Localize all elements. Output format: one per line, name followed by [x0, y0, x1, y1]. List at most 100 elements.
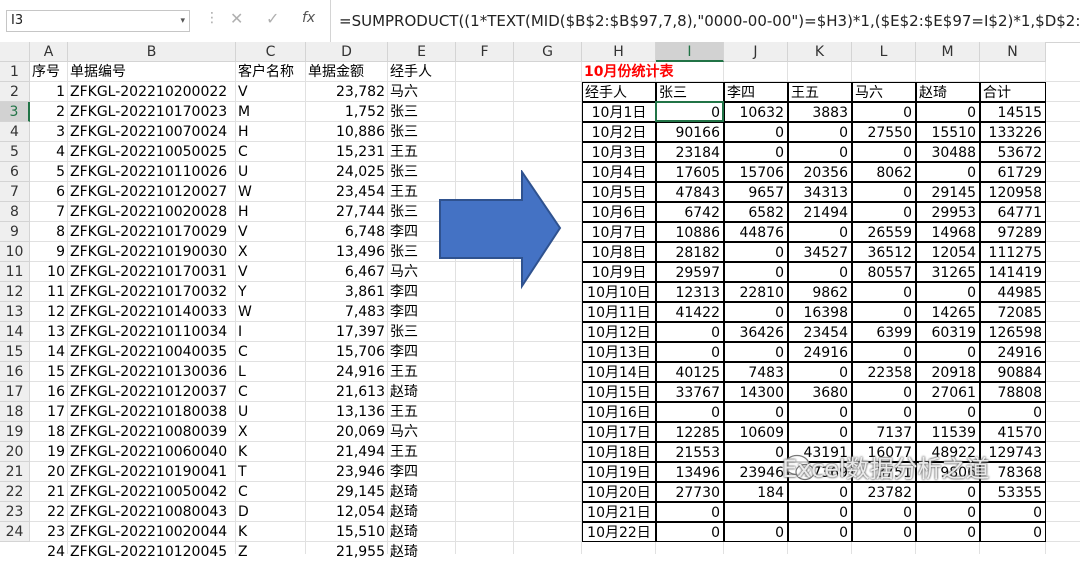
summary-cell[interactable]: 0: [788, 502, 852, 522]
insert-function-button[interactable]: fx: [302, 10, 315, 26]
row-header-17[interactable]: 17: [0, 382, 30, 402]
summary-header-cell[interactable]: 赵琦: [916, 82, 980, 102]
table-cell[interactable]: 15,231: [306, 142, 388, 162]
table-cell[interactable]: 24,916: [306, 362, 388, 382]
table-cell[interactable]: 23: [30, 522, 68, 542]
table-cell[interactable]: 张三: [388, 122, 456, 142]
table-cell[interactable]: 23,946: [306, 462, 388, 482]
summary-cell[interactable]: 47843: [656, 182, 724, 202]
summary-cell[interactable]: 41422: [656, 302, 724, 322]
table-cell[interactable]: 14: [30, 342, 68, 362]
table-cell[interactable]: 李四: [388, 462, 456, 482]
table-cell[interactable]: K: [236, 522, 306, 542]
summary-cell[interactable]: 14300: [724, 382, 788, 402]
summary-cell[interactable]: 30488: [916, 142, 980, 162]
table-cell[interactable]: 17: [30, 402, 68, 422]
summary-cell[interactable]: 31265: [916, 262, 980, 282]
date-cell[interactable]: 10月17日: [582, 422, 656, 442]
row-header-20[interactable]: 20: [0, 442, 30, 462]
summary-cell[interactable]: 0: [852, 202, 916, 222]
table-cell[interactable]: 10,886: [306, 122, 388, 142]
table-cell[interactable]: ZFKGL-202210200022: [68, 82, 236, 102]
summary-cell[interactable]: 0: [788, 422, 852, 442]
summary-cell[interactable]: 0: [724, 242, 788, 262]
table-header-cell[interactable]: 单据编号: [68, 62, 236, 82]
date-cell[interactable]: 10月6日: [582, 202, 656, 222]
date-cell[interactable]: 10月19日: [582, 462, 656, 482]
summary-cell[interactable]: 20918: [916, 362, 980, 382]
table-cell[interactable]: 23,454: [306, 182, 388, 202]
table-cell[interactable]: 马六: [388, 422, 456, 442]
date-cell[interactable]: 10月18日: [582, 442, 656, 462]
summary-cell[interactable]: 111275: [980, 242, 1046, 262]
summary-cell[interactable]: 0: [724, 522, 788, 542]
date-cell[interactable]: 10月10日: [582, 282, 656, 302]
summary-cell[interactable]: 0: [852, 502, 916, 522]
table-cell[interactable]: U: [236, 162, 306, 182]
summary-cell[interactable]: 0: [656, 322, 724, 342]
table-cell[interactable]: 7: [30, 202, 68, 222]
summary-cell[interactable]: 23184: [656, 142, 724, 162]
summary-cell[interactable]: 0: [788, 362, 852, 382]
summary-cell[interactable]: 0: [656, 342, 724, 362]
table-cell[interactable]: 12: [30, 302, 68, 322]
row-header-6[interactable]: 6: [0, 162, 30, 182]
table-cell[interactable]: 7,483: [306, 302, 388, 322]
summary-cell[interactable]: 24916: [980, 342, 1046, 362]
table-cell[interactable]: 李四: [388, 302, 456, 322]
table-cell[interactable]: 21: [30, 482, 68, 502]
summary-cell[interactable]: 60319: [916, 322, 980, 342]
table-cell[interactable]: 24,025: [306, 162, 388, 182]
summary-cell[interactable]: 0: [724, 262, 788, 282]
summary-cell[interactable]: 44876: [724, 222, 788, 242]
summary-cell[interactable]: 40125: [656, 362, 724, 382]
table-cell[interactable]: V: [236, 262, 306, 282]
summary-cell[interactable]: 0: [852, 382, 916, 402]
date-cell[interactable]: 10月11日: [582, 302, 656, 322]
summary-cell[interactable]: 0: [724, 142, 788, 162]
summary-cell[interactable]: 0: [916, 502, 980, 522]
select-all-button[interactable]: [0, 42, 30, 62]
summary-cell[interactable]: 0: [656, 102, 724, 122]
table-cell[interactable]: Y: [236, 282, 306, 302]
table-cell[interactable]: 15,510: [306, 522, 388, 542]
row-header-2[interactable]: 2: [0, 82, 30, 102]
summary-cell[interactable]: 34527: [788, 242, 852, 262]
summary-cell[interactable]: 0: [980, 502, 1046, 522]
table-cell[interactable]: 27,744: [306, 202, 388, 222]
summary-cell[interactable]: 0: [916, 282, 980, 302]
table-cell[interactable]: 赵琦: [388, 482, 456, 502]
row-header-8[interactable]: 8: [0, 202, 30, 222]
summary-cell[interactable]: 41570: [980, 422, 1046, 442]
summary-cell[interactable]: 0: [656, 402, 724, 422]
summary-cell[interactable]: 0: [916, 342, 980, 362]
table-cell[interactable]: ZFKGL-202210140033: [68, 302, 236, 322]
column-header-f[interactable]: F: [456, 42, 514, 62]
summary-cell[interactable]: 21553: [656, 442, 724, 462]
row-header-4[interactable]: 4: [0, 122, 30, 142]
summary-cell[interactable]: 36426: [724, 322, 788, 342]
row-header-12[interactable]: 12: [0, 282, 30, 302]
summary-cell[interactable]: 10632: [724, 102, 788, 122]
table-cell[interactable]: U: [236, 402, 306, 422]
table-cell[interactable]: 赵琦: [388, 382, 456, 402]
summary-cell[interactable]: 22358: [852, 362, 916, 382]
table-cell[interactable]: ZFKGL-202210170031: [68, 262, 236, 282]
summary-cell[interactable]: 126598: [980, 322, 1046, 342]
table-cell[interactable]: ZFKGL-202210040035: [68, 342, 236, 362]
table-cell[interactable]: 王五: [388, 362, 456, 382]
date-cell[interactable]: 10月7日: [582, 222, 656, 242]
summary-header-cell[interactable]: 王五: [788, 82, 852, 102]
summary-cell[interactable]: 0: [724, 302, 788, 322]
summary-header-cell[interactable]: 马六: [852, 82, 916, 102]
summary-cell[interactable]: 53672: [980, 142, 1046, 162]
summary-cell[interactable]: 7483: [724, 362, 788, 382]
summary-cell[interactable]: 0: [916, 402, 980, 422]
table-header-cell[interactable]: 序号: [30, 62, 68, 82]
summary-cell[interactable]: 0: [724, 122, 788, 142]
row-header-3[interactable]: 3: [0, 102, 30, 122]
summary-cell[interactable]: 0: [788, 222, 852, 242]
summary-cell[interactable]: 3680: [788, 382, 852, 402]
summary-cell[interactable]: 24916: [788, 342, 852, 362]
row-header-1[interactable]: 1: [0, 62, 30, 82]
